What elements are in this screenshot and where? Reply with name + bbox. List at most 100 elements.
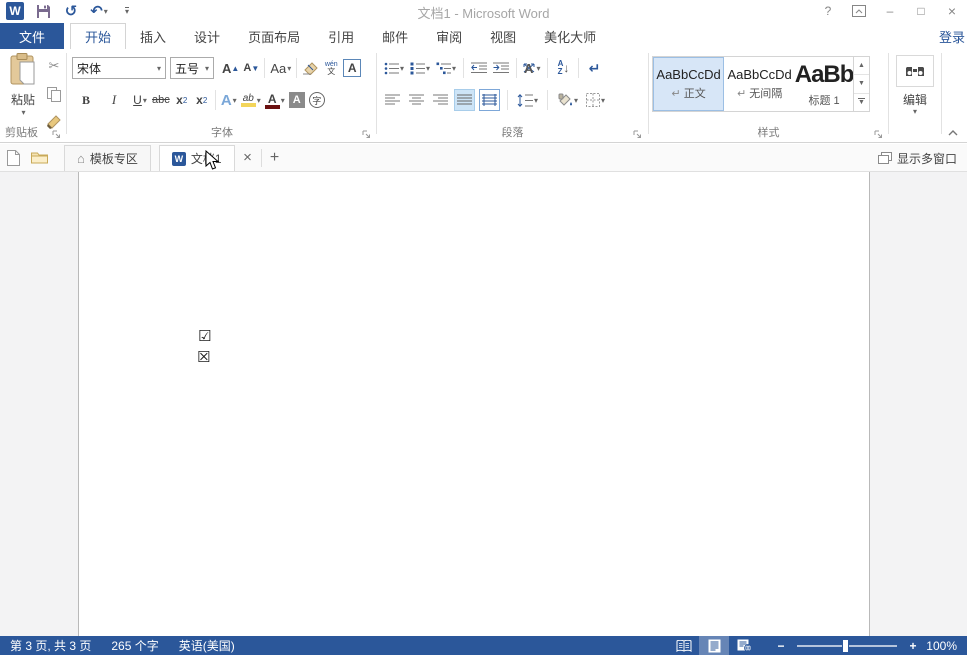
ribbon-display-options-icon[interactable] (848, 2, 870, 20)
tab-file[interactable]: 文件 (0, 23, 64, 49)
undo-button[interactable]: ↶ ▾ (90, 2, 108, 20)
sign-in-link[interactable]: 登录 (939, 27, 965, 46)
zoom-out-button[interactable]: − (773, 639, 789, 653)
multilevel-list-button[interactable]: ▾ (434, 57, 458, 79)
undo-dropdown-icon[interactable]: ▾ (104, 7, 108, 16)
underline-button[interactable]: U▾ (130, 89, 150, 111)
clipboard-dialog-launcher-icon[interactable] (52, 130, 62, 140)
styles-gallery: AaBbCcDd ↵ 正文 AaBbCcDd ↵ 无间隔 AaBb 标题 1 ▲… (652, 56, 870, 112)
bullets-button[interactable]: ▾ (382, 57, 406, 79)
italic-button[interactable]: I (104, 89, 124, 111)
sort-button[interactable]: AZ ↓ (553, 57, 573, 79)
read-mode-icon[interactable] (669, 636, 699, 655)
align-left-icon[interactable] (382, 89, 402, 111)
undo-icon: ↶ (90, 2, 103, 20)
zoom-level[interactable]: 100% (921, 639, 967, 653)
tab-document1[interactable]: W 文档1 (159, 145, 235, 171)
align-right-icon[interactable] (430, 89, 450, 111)
qat-customize-icon[interactable]: ▾ (118, 2, 136, 20)
line-spacing-button[interactable]: ▾ (515, 89, 540, 111)
find-button[interactable] (896, 55, 934, 87)
text-effects-button[interactable]: A▾ (219, 89, 239, 111)
style-no-spacing[interactable]: AaBbCcDd ↵ 无间隔 (724, 57, 795, 111)
checkbox-checked-symbol[interactable]: ☑ (198, 329, 211, 344)
show-hide-marks-button[interactable]: ↵ (584, 57, 604, 79)
tab-mailings[interactable]: 邮件 (368, 23, 422, 49)
strikethrough-button[interactable]: abc (150, 89, 172, 111)
styles-scroll-down-icon[interactable]: ▼ (854, 75, 869, 93)
character-border-button[interactable]: A (341, 57, 363, 79)
page-info[interactable]: 第 3 页, 共 3 页 (0, 637, 101, 654)
asian-layout-button[interactable]: A ▾ (522, 57, 542, 79)
grow-font-button[interactable]: A▲ (220, 57, 241, 79)
status-bar: 第 3 页, 共 3 页 265 个字 英语(美国) − + 100% (0, 636, 967, 655)
shrink-font-button[interactable]: A▼ (241, 57, 261, 79)
word-count[interactable]: 265 个字 (101, 637, 168, 654)
styles-scroll-up-icon[interactable]: ▲ (854, 57, 869, 75)
tab-template-zone[interactable]: ⌂ 模板专区 (64, 145, 151, 171)
paragraph-group-label: 段落 (378, 124, 647, 140)
distributed-icon[interactable] (479, 89, 500, 111)
zoom-slider[interactable] (797, 645, 897, 647)
ribbon: 粘贴 ▾ ✂ 剪贴板 宋体▾ 五号▾ A▲ (0, 49, 967, 143)
enclose-characters-button[interactable]: 字 (307, 89, 327, 111)
subscript-button[interactable]: x2 (172, 89, 192, 111)
document-area: ☑ ☒ (0, 172, 967, 636)
new-document-icon[interactable] (0, 144, 26, 171)
character-shading-button[interactable]: A (287, 89, 307, 111)
bold-button[interactable]: B (76, 89, 96, 111)
document-page[interactable]: ☑ ☒ (78, 172, 870, 636)
tab-page-layout[interactable]: 页面布局 (234, 23, 314, 49)
font-size-select[interactable]: 五号▾ (170, 57, 214, 79)
decrease-indent-icon[interactable] (469, 57, 489, 79)
checkbox-crossed-symbol[interactable]: ☒ (197, 350, 210, 365)
style-heading-1[interactable]: AaBb 标题 1 (795, 57, 853, 111)
copy-icon[interactable] (44, 83, 64, 105)
paste-dropdown-icon[interactable]: ▾ (21, 108, 25, 117)
zoom-in-button[interactable]: + (905, 639, 921, 653)
close-tab-icon[interactable]: × (235, 144, 261, 171)
align-center-icon[interactable] (406, 89, 426, 111)
web-layout-icon[interactable] (729, 636, 759, 655)
print-layout-icon[interactable] (699, 636, 729, 655)
collapse-ribbon-icon[interactable] (947, 129, 959, 137)
new-tab-icon[interactable]: + (262, 144, 288, 171)
open-folder-icon[interactable] (26, 144, 52, 171)
clear-formatting-icon[interactable] (300, 57, 321, 79)
highlight-color-button[interactable]: ab ▾ (239, 89, 263, 111)
tab-beautify-master[interactable]: 美化大师 (530, 23, 610, 49)
font-dialog-launcher-icon[interactable] (362, 130, 372, 140)
maximize-icon[interactable]: □ (910, 2, 932, 20)
styles-more-icon[interactable]: ▼ (854, 94, 869, 111)
paragraph-dialog-launcher-icon[interactable] (633, 130, 643, 140)
font-name-select[interactable]: 宋体▾ (72, 57, 166, 79)
save-icon[interactable] (34, 2, 52, 20)
increase-indent-icon[interactable] (491, 57, 511, 79)
justify-icon[interactable] (454, 89, 475, 111)
cut-icon[interactable]: ✂ (44, 55, 64, 77)
language-status[interactable]: 英语(美国) (169, 637, 245, 654)
superscript-button[interactable]: x2 (192, 89, 212, 111)
styles-dialog-launcher-icon[interactable] (874, 130, 884, 140)
font-color-button[interactable]: A ▾ (263, 89, 287, 111)
tab-view[interactable]: 视图 (476, 23, 530, 49)
tab-design[interactable]: 设计 (180, 23, 234, 49)
paste-button[interactable]: 粘贴 ▾ (3, 53, 43, 135)
minimize-icon[interactable]: – (879, 2, 901, 20)
phonetic-guide-button[interactable]: wén文 (321, 57, 341, 79)
shading-button[interactable]: ▾ (555, 89, 580, 111)
style-normal[interactable]: AaBbCcDd ↵ 正文 (653, 57, 724, 111)
tab-insert[interactable]: 插入 (126, 23, 180, 49)
borders-button[interactable]: ▾ (584, 89, 607, 111)
tab-review[interactable]: 审阅 (422, 23, 476, 49)
editing-dropdown-icon[interactable]: ▾ (890, 107, 940, 116)
numbering-button[interactable]: ▾ (408, 57, 432, 79)
tab-home[interactable]: 开始 (70, 23, 126, 49)
change-case-button[interactable]: Aa▾ (268, 57, 293, 79)
tab-references[interactable]: 引用 (314, 23, 368, 49)
help-icon[interactable]: ? (817, 2, 839, 20)
close-icon[interactable]: × (941, 2, 963, 20)
show-multiple-windows-button[interactable]: 显示多窗口 (878, 144, 957, 172)
zoom-slider-handle[interactable] (842, 639, 849, 653)
redo-icon[interactable]: ↺ (62, 2, 80, 20)
